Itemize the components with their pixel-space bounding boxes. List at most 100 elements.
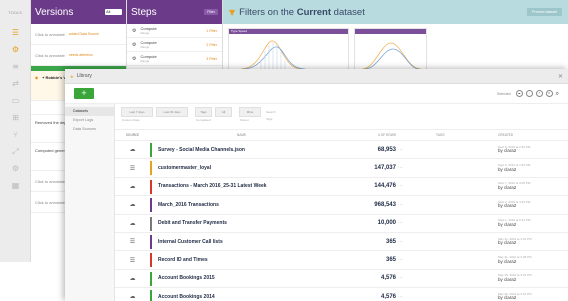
histogram-chart — [361, 42, 422, 70]
table-row[interactable]: ☁ Account Bookings 2015 4,576 ⋯ May 25, 2016… — [115, 270, 568, 289]
table-row[interactable]: ☁ March_2016 Transactions 968,543 ⋯ Sept 2, … — [115, 196, 568, 215]
flow-icon[interactable]: ⚙ — [0, 41, 31, 58]
filter-card[interactable] — [354, 28, 427, 72]
step-status: 1 Filter — [206, 28, 217, 33]
list-icon[interactable]: ☰ — [0, 24, 31, 41]
col-tags[interactable]: Tags — [436, 133, 498, 137]
version-text: Click to annotate — [35, 199, 65, 205]
versions-filter-select[interactable]: All — [105, 9, 122, 15]
sidebar-item-export-logs[interactable]: Export Logs — [65, 116, 114, 125]
steps-filter-button[interactable]: Filter — [204, 9, 218, 15]
download-icon[interactable]: ↓ — [525, 90, 533, 97]
row-count: 4,576 — [380, 275, 396, 282]
dataset-name[interactable]: Internal Customer Call lists — [150, 239, 333, 245]
version-row[interactable]: Click to annotate needs attention — [31, 45, 126, 66]
table-row[interactable]: ☰ Record ID and Times 365 ⋯ May 31, 2016 at … — [115, 251, 568, 270]
version-row[interactable]: Click to annotate added Data Source — [31, 24, 126, 45]
step-row[interactable]: ⚙ Compute Range 2 Filter — [127, 38, 222, 52]
step-name-wrap: Compute Range — [140, 53, 157, 63]
table-row[interactable]: ☰ Internal Customer Call lists 365 ⋯ May 31,… — [115, 233, 568, 252]
add-dataset-button[interactable]: + — [74, 88, 94, 99]
cloud-icon[interactable]: ☁ — [515, 90, 523, 97]
sidebar-item-datasets[interactable]: Datasets — [65, 107, 114, 116]
filter-last-30-days[interactable]: Last 30 days — [156, 107, 188, 117]
dataset-name[interactable]: Transactions - March 2016_25-31 Latest W… — [150, 183, 333, 189]
dataset-name[interactable]: Survey - Social Media Channels.json — [150, 147, 333, 153]
filter-bar: Last 7 days Custom Date Last 30 days Tags… — [115, 104, 568, 130]
search-group: Search Tags — [266, 107, 276, 129]
chart-icon[interactable]: ≡ — [0, 58, 31, 75]
rows-icon: ⋯ — [398, 257, 403, 264]
filter-all[interactable]: All — [215, 107, 232, 117]
rows-icon: ⋯ — [398, 201, 403, 208]
preview-dataset-button[interactable]: Preview dataset — [527, 8, 562, 16]
dataset-name[interactable]: customermaster_loyal — [150, 165, 333, 171]
created-by: by clara2 — [498, 184, 517, 190]
table-icon[interactable]: ▦ — [0, 177, 31, 194]
filter-mine[interactable]: Mine Owner — [239, 107, 261, 122]
branch-icon[interactable]: ⑂ — [0, 126, 31, 143]
compute-icon: ⚙ — [132, 55, 137, 62]
histogram-chart — [240, 40, 306, 70]
filter-label: Last 30 days — [163, 110, 181, 114]
pin-icon: ◆ — [35, 75, 39, 80]
created-cell: Sept 9, 2016 at 2:32 PM by clara2 — [498, 145, 568, 154]
dataset-name[interactable]: Record ID and Times — [150, 257, 333, 263]
col-source[interactable]: Source — [115, 133, 150, 137]
table-row[interactable]: ☁ Transactions - March 2016_25-31 Latest … — [115, 178, 568, 197]
library-icon: ★ — [70, 73, 74, 79]
created-cell: Sept 7, 2016 at 3:05 PM by clara2 — [498, 182, 568, 190]
table-row[interactable]: ☰ customermaster_loyal 147,037 ⋯ Sept 9, 201… — [115, 159, 568, 178]
dataset-name[interactable]: Account Bookings 2014 — [150, 294, 333, 300]
table-row[interactable]: ☁ Account Bookings 2014 4,576 ⋯ May 25, 2016… — [115, 288, 568, 301]
created-by: by clara2 — [498, 258, 517, 264]
search-icon[interactable]: ⌕ — [556, 90, 559, 98]
col-rows[interactable]: # of Rows — [333, 133, 396, 137]
step-name: Compute — [140, 53, 157, 59]
dataset-name[interactable]: Debit and Transfer Payments — [150, 220, 333, 226]
delete-icon[interactable]: ✕ — [545, 90, 553, 97]
doc-icon[interactable]: ▭ — [0, 92, 31, 109]
table-row[interactable]: ☁ Survey - Social Media Channels.json 68,9… — [115, 141, 568, 160]
filter-label: Tags — [200, 110, 207, 114]
step-row[interactable]: ⚙ Compute Range 1 Filter — [127, 24, 222, 38]
created-by: by clara2 — [498, 166, 517, 172]
rows-icon: ⋯ — [398, 293, 403, 300]
col-created[interactable]: Created — [498, 133, 568, 137]
settings-icon[interactable]: ⚙ — [0, 160, 31, 177]
expand-icon[interactable]: ⤢ — [0, 143, 31, 160]
rows-icon: ⋯ — [398, 275, 403, 282]
version-note: added Data Source — [68, 32, 99, 36]
step-sub: Range — [140, 44, 150, 49]
source-icon: ☁ — [129, 293, 136, 301]
created-cell: May 31, 2016 at 3:28 PM by clara2 — [498, 255, 568, 264]
filter-sub: Custom Date — [122, 118, 140, 122]
source-icon: ☁ — [129, 146, 136, 154]
filter-tags[interactable]: Tags Completed — [195, 107, 212, 122]
created-cell: Sept 2, 2016 at 4:20 PM by clara2 — [498, 200, 568, 209]
source-icon: ☰ — [129, 164, 136, 172]
table-row[interactable]: ☁ Debit and Transfer Payments 10,000 ⋯ Sept … — [115, 215, 568, 233]
close-icon[interactable]: ✕ — [558, 73, 563, 80]
row-count: 147,037 — [374, 165, 396, 172]
filter-label: Mine — [246, 110, 254, 114]
filter-card[interactable]: Type Speed — [228, 28, 349, 72]
color-marker — [150, 143, 152, 157]
filter-last-7-days[interactable]: Last 7 days Custom Date — [121, 107, 153, 122]
row-count: 4,576 — [380, 293, 396, 300]
tags-label: Tags — [266, 117, 273, 121]
color-marker — [150, 234, 152, 249]
versions-header: Versions All — [31, 0, 126, 24]
dataset-name[interactable]: Account Bookings 2015 — [150, 275, 333, 281]
filter-sub: Completed — [196, 118, 211, 122]
sidebar-item-data-sources[interactable]: Data Sources — [65, 125, 114, 134]
dataset-name[interactable]: March_2016 Transactions — [150, 202, 333, 208]
version-note: needs attention — [68, 53, 93, 57]
col-name[interactable]: Name — [150, 133, 333, 137]
share-icon[interactable]: ↗ — [535, 90, 543, 97]
grid-icon[interactable]: ⊞ — [0, 109, 31, 126]
filters-header: ▼ Filters on the Current dataset Preview… — [223, 0, 568, 24]
step-row[interactable]: ⚙ Compute Range 3 Filter — [127, 52, 222, 66]
step-sub: Range — [140, 30, 150, 35]
link-icon[interactable]: ⇄ — [0, 75, 31, 92]
